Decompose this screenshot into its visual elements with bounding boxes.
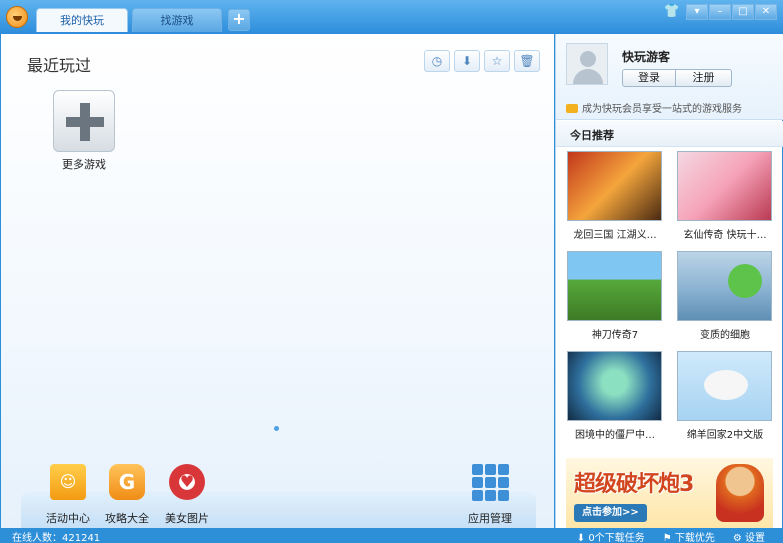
download-priority[interactable]: ⚑ 下载优先: [663, 529, 715, 543]
window-controls: ▾ – □ ✕: [685, 4, 777, 20]
game-thumbnail: [567, 151, 662, 221]
promo-banner[interactable]: 超级破坏炮3 点击参加>>: [566, 458, 773, 528]
star-icon[interactable]: ☆: [484, 50, 510, 72]
user-panel: 快玩游客 登录 注册 成为快玩会员享受一站式的游戏服务: [556, 34, 783, 120]
clock-icon[interactable]: ◷: [424, 50, 450, 72]
game-thumbnail: [677, 151, 772, 221]
status-bar: 在线人数：421241 ⬇ 0个下载任务 ⚑ 下载优先 ⚙ 设置: [0, 528, 783, 543]
game-title[interactable]: 龙回三国: [573, 230, 613, 241]
game-card[interactable]: 困境中的僵尸中…: [567, 351, 663, 441]
kuaiwan-logo-icon: [6, 6, 28, 28]
settings[interactable]: ⚙ 设置: [733, 529, 765, 543]
vip-promo-link[interactable]: 成为快玩会员享受一站式的游戏服务: [566, 100, 742, 115]
dropdown-icon[interactable]: ▾: [686, 4, 708, 20]
online-count: 在线人数：421241: [12, 533, 101, 543]
more-games-label: 更多游戏: [62, 158, 106, 171]
vip-promo-text: 成为快玩会员享受一站式的游戏服务: [582, 104, 742, 115]
minimize-icon[interactable]: –: [709, 4, 731, 20]
username: 快玩游客: [622, 50, 671, 64]
close-icon[interactable]: ✕: [755, 4, 777, 20]
loading-indicator: [274, 426, 279, 431]
crown-icon: [566, 104, 578, 113]
trash-icon[interactable]: 🗑: [514, 50, 540, 72]
dock-item-guides[interactable]: G 攻略大全: [97, 464, 157, 526]
recommend-title: 今日推荐: [570, 129, 614, 142]
download-icon[interactable]: ⬇: [454, 50, 480, 72]
game-title: 变质的细胞: [700, 330, 750, 341]
dock-item-activity-center[interactable]: 活动中心: [38, 464, 98, 526]
dock-item-pictures[interactable]: ♥ 美女图片: [157, 464, 217, 526]
dock-label: 应用管理: [468, 512, 512, 525]
game-title-pair: 龙回三国 江湖义…: [567, 226, 663, 241]
game-title[interactable]: 江湖义…: [617, 230, 657, 241]
game-title: 困境中的僵尸中…: [575, 430, 655, 441]
game-card[interactable]: 神刀传奇7: [567, 251, 663, 341]
skin-icon[interactable]: 👕: [663, 4, 681, 20]
plus-icon: [53, 90, 115, 152]
promo-title: 超级破坏炮3: [574, 472, 694, 497]
settings-label: 设置: [745, 533, 765, 543]
heart-icon: ♥: [169, 464, 205, 500]
download-tasks[interactable]: ⬇ 0个下载任务: [577, 529, 645, 543]
dock-label: 攻略大全: [105, 512, 149, 525]
gift-icon: [50, 464, 86, 500]
game-title: 绵羊回家2中文版: [686, 430, 764, 441]
game-card[interactable]: 变质的细胞: [677, 251, 773, 341]
apps-grid-icon: [472, 464, 509, 501]
download-tasks-label: 0个下载任务: [588, 533, 645, 543]
more-games-button[interactable]: 更多游戏: [51, 90, 117, 172]
game-title[interactable]: 快玩十…: [727, 230, 767, 241]
recommend-header: 今日推荐: [556, 121, 783, 147]
tab-my-games[interactable]: 我的快玩: [36, 8, 128, 32]
dock-label: 美女图片: [165, 512, 209, 525]
recent-played-title: 最近玩过: [27, 56, 92, 75]
sidebar: 快玩游客 登录 注册 成为快玩会员享受一站式的游戏服务 今日推荐 龙回三国 江湖…: [555, 34, 783, 528]
game-title[interactable]: 玄仙传奇: [683, 230, 723, 241]
game-card[interactable]: 绵羊回家2中文版: [677, 351, 773, 441]
maximize-icon[interactable]: □: [732, 4, 754, 20]
game-title-pair: 玄仙传奇 快玩十…: [677, 226, 773, 241]
promo-join-button[interactable]: 点击参加>>: [574, 504, 647, 522]
tab-find-games[interactable]: 找游戏: [132, 8, 222, 32]
download-priority-label: 下载优先: [674, 533, 715, 543]
login-button[interactable]: 登录: [622, 69, 676, 87]
status-actions: ⬇ 0个下载任务 ⚑ 下载优先 ⚙ 设置: [577, 529, 765, 543]
main-panel: 最近玩过 ◷ ⬇ ☆ 🗑 更多游戏 活动中心 G 攻略大全 ♥ 美女图片 应用管…: [1, 34, 554, 528]
game-thumbnail: [567, 251, 662, 321]
guide-icon: G: [109, 464, 145, 500]
add-tab-button[interactable]: +: [228, 9, 250, 31]
game-thumbnail: [677, 251, 772, 321]
dock-item-app-manager[interactable]: 应用管理: [460, 464, 520, 526]
game-thumbnail: [677, 351, 772, 421]
game-title: 神刀传奇7: [591, 330, 639, 341]
game-card[interactable]: 龙回三国 江湖义…: [567, 151, 663, 241]
title-bar: 我的快玩 找游戏 + 👕 ▾ – □ ✕: [0, 0, 783, 34]
promo-character-image: [716, 464, 764, 522]
recent-toolbar: ◷ ⬇ ☆ 🗑: [420, 50, 540, 72]
game-card[interactable]: 玄仙传奇 快玩十…: [677, 151, 773, 241]
avatar[interactable]: [566, 43, 608, 85]
register-button[interactable]: 注册: [676, 69, 732, 87]
dock-label: 活动中心: [46, 512, 90, 525]
game-thumbnail: [567, 351, 662, 421]
